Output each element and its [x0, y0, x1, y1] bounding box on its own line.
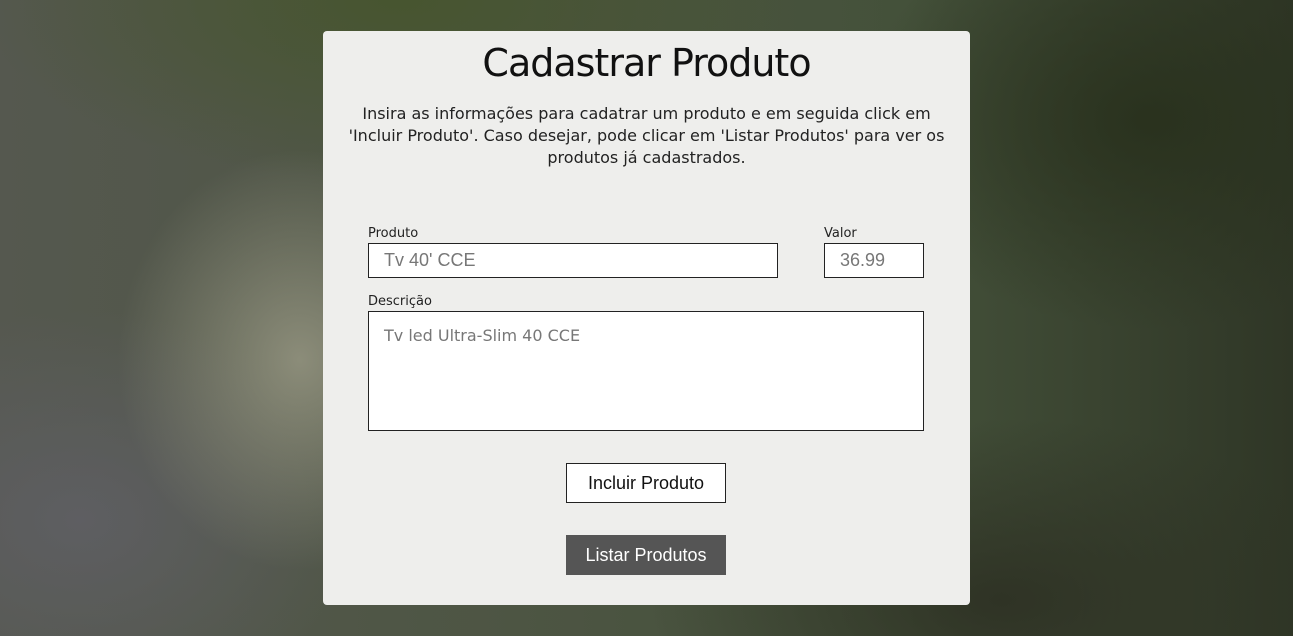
intro-line-2: 'Incluir Produto'. Caso desejar, pode cl… [348, 126, 945, 145]
product-form-card: Cadastrar Produto Insira as informações … [323, 31, 970, 605]
valor-input[interactable] [824, 243, 924, 278]
intro-line-1: Insira as informações para cadatrar um p… [362, 104, 931, 123]
intro-line-3: produtos já cadastrados. [547, 148, 746, 167]
intro-text: Insira as informações para cadatrar um p… [337, 103, 956, 169]
incluir-produto-button[interactable]: Incluir Produto [566, 463, 726, 503]
descricao-label: Descrição [368, 294, 432, 309]
produto-input[interactable] [368, 243, 778, 278]
produto-label: Produto [368, 226, 419, 241]
descricao-textarea[interactable] [368, 311, 924, 431]
listar-produtos-button[interactable]: Listar Produtos [566, 535, 726, 575]
page-title: Cadastrar Produto [482, 41, 811, 85]
valor-label: Valor [824, 226, 857, 241]
